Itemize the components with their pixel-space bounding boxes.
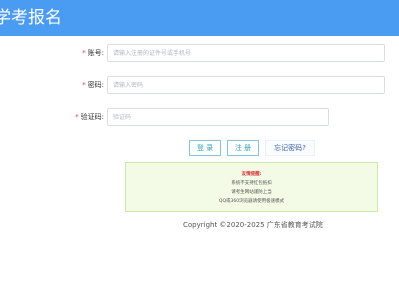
- notice-line: 请考生网站谨防上当: [231, 190, 272, 195]
- captcha-input[interactable]: [107, 108, 329, 126]
- password-label: * 密码:: [82, 78, 104, 92]
- required-mark: *: [75, 113, 79, 121]
- required-mark: *: [82, 49, 86, 57]
- required-mark: *: [82, 81, 86, 89]
- page-title: 学考报名: [0, 8, 62, 28]
- password-input[interactable]: [107, 76, 385, 94]
- password-row: * 密码:: [0, 76, 399, 94]
- forgot-password-button[interactable]: 忘记密码?: [265, 140, 315, 156]
- password-label-text: 密码:: [87, 81, 104, 89]
- account-row: * 账号:: [0, 44, 399, 62]
- notice-box: 友情提醒: 系统不支持红包抵扣 请考生网站谨防上当 QQ或360浏览器请使用极速…: [125, 162, 378, 212]
- captcha-row: * 验证码:: [0, 108, 399, 126]
- notice-line: 系统不支持红包抵扣: [231, 181, 272, 186]
- captcha-label-text: 验证码:: [80, 113, 104, 121]
- captcha-label: * 验证码:: [75, 110, 104, 124]
- account-label-text: 账号:: [87, 49, 104, 57]
- account-label: * 账号:: [82, 46, 104, 60]
- top-header-bar: 学考报名: [0, 0, 399, 36]
- account-input[interactable]: [107, 44, 385, 62]
- copyright-text: Copyright ©2020-2025 广东省教育考试院: [183, 221, 323, 229]
- login-button[interactable]: 登 录: [189, 140, 221, 156]
- notice-title: 友情提醒:: [241, 172, 262, 177]
- notice-line: QQ或360浏览器请使用极速模式: [218, 199, 285, 204]
- register-button[interactable]: 注 册: [227, 140, 259, 156]
